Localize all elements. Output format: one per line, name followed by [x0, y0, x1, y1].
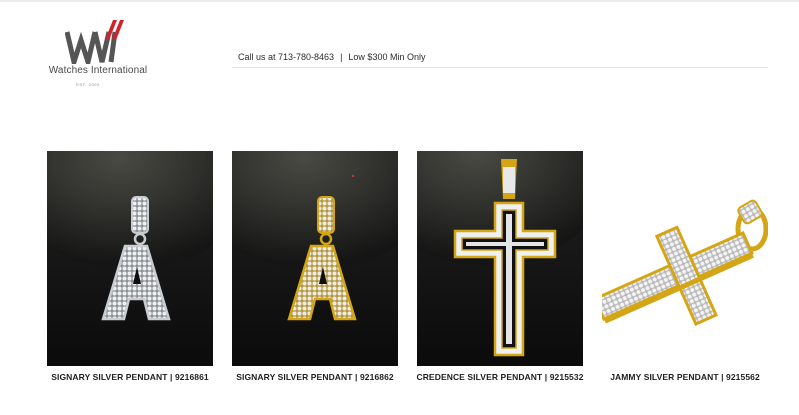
product-image[interactable]	[417, 151, 583, 366]
min-order-text: Low $300 Min Only	[348, 52, 426, 62]
phone-text[interactable]: Call us at 713-780-8463	[238, 52, 334, 62]
brand-logo-mark	[65, 20, 124, 64]
header-divider	[232, 67, 768, 68]
product-title[interactable]: CREDENCE SILVER PENDANT | 9215532	[407, 372, 593, 382]
product-card[interactable]: CREDENCE SILVER PENDANT | 9215532	[416, 151, 583, 382]
product-image[interactable]	[602, 151, 768, 366]
product-card[interactable]: SIGNARY SILVER PENDANT | 9216861	[47, 151, 213, 382]
product-title[interactable]: SIGNARY SILVER PENDANT | 9216862	[222, 372, 408, 382]
product-title[interactable]: SIGNARY SILVER PENDANT | 9216861	[37, 372, 223, 382]
brand-established: EST. 2002	[76, 82, 100, 87]
product-image[interactable]	[47, 151, 213, 366]
product-card[interactable]: JAMMY SILVER PENDANT | 9215562	[602, 151, 768, 382]
top-divider	[0, 0, 799, 2]
brand-logo[interactable]: Watches International EST. 2002	[45, 18, 151, 90]
brand-name: Watches International	[48, 65, 148, 76]
product-image[interactable]	[232, 151, 398, 366]
product-card[interactable]: SIGNARY SILVER PENDANT | 9216862	[232, 151, 398, 382]
contact-separator: |	[340, 52, 343, 62]
product-title[interactable]: JAMMY SILVER PENDANT | 9215562	[592, 372, 778, 382]
contact-bar: Call us at 713-780-8463 | Low $300 Min Onl…	[238, 52, 425, 62]
